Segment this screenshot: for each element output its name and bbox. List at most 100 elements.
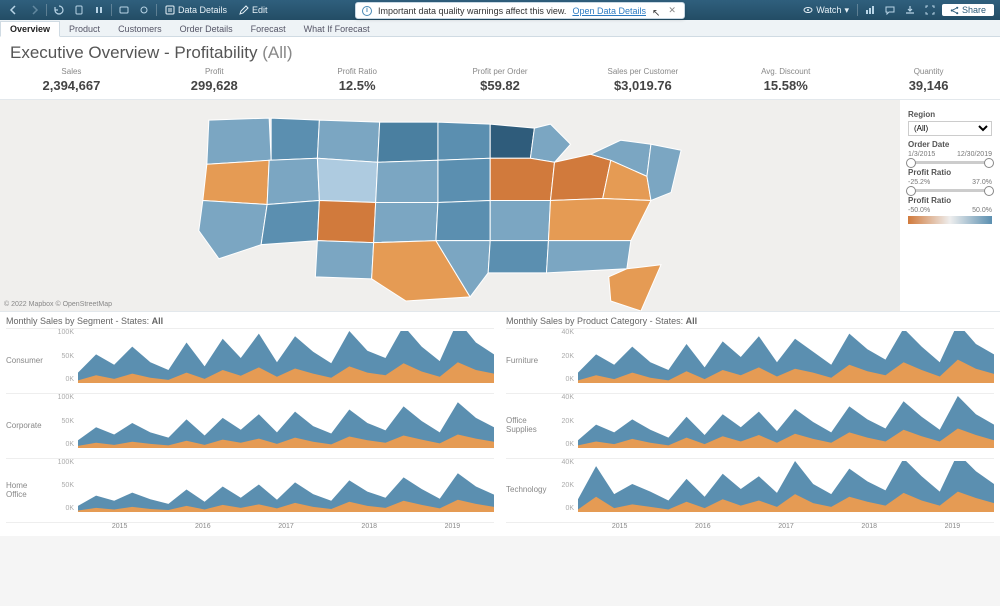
cursor-icon: ↖ (652, 8, 660, 19)
profitratio-from: -25.2% (908, 179, 930, 186)
kpi-label: Sales per Customer (571, 67, 714, 76)
share-icon (950, 6, 959, 15)
view-icon[interactable] (114, 2, 134, 18)
profitratio-slider[interactable] (908, 189, 992, 192)
sheet-tabs: Overview Product Customers Order Details… (0, 20, 1000, 37)
sm-chart[interactable]: 100K50K0K (54, 394, 494, 458)
y-ticks: 100K50K0K (54, 459, 76, 512)
profitratio-to: 37.0% (972, 179, 992, 186)
y-ticks: 100K50K0K (54, 329, 76, 383)
kpi-label: Profit per Order (429, 67, 572, 76)
sm-chart[interactable]: 100K50K0K (54, 459, 494, 522)
sm-row-label: Furniture (506, 329, 554, 393)
kpi-avg-discount: Avg. Discount 15.58% (714, 65, 857, 99)
data-details-button[interactable]: Data Details (159, 5, 233, 15)
sm-row: Consumer100K50K0K (6, 328, 494, 393)
sm-chart[interactable]: 40K20K0K (554, 329, 994, 393)
kpi-value: 39,146 (857, 78, 1000, 93)
sm-row: Home Office100K50K0K (6, 458, 494, 523)
orderdate-to: 12/30/2019 (957, 151, 992, 158)
legend-label: Profit Ratio (908, 196, 992, 205)
sm-chart[interactable]: 100K50K0K (54, 329, 494, 393)
kpi-profit-ratio: Profit Ratio 12.5% (286, 65, 429, 99)
page-title: Executive Overview - Profitability (All) (0, 37, 1000, 65)
xaxis-right: 20152016201720182019 (578, 523, 994, 534)
sm-row: Corporate100K50K0K (6, 393, 494, 458)
kpi-value: 12.5% (286, 78, 429, 93)
orderdate-from: 1/3/2015 (908, 151, 935, 158)
back-icon[interactable] (4, 2, 24, 18)
edit-label: Edit (252, 5, 268, 15)
kpi-label: Profit Ratio (286, 67, 429, 76)
sm-row-label: Technology (506, 459, 554, 522)
download-icon[interactable] (900, 2, 920, 18)
y-ticks: 40K20K0K (554, 394, 576, 448)
region-select[interactable]: (All) (908, 121, 992, 136)
kpi-profit: Profit299,628 (143, 65, 286, 99)
tab-what-if[interactable]: What If Forecast (295, 22, 379, 36)
profit-ratio-map[interactable]: © 2022 Mapbox © OpenStreetMap (0, 100, 900, 311)
sm-chart[interactable]: 40K20K0K (554, 459, 994, 522)
sm-row-label: Corporate (6, 394, 54, 458)
kpi-row: Sales 2,394,667 Profit299,628 Profit Rati… (0, 65, 1000, 100)
kpi-value: $59.82 (429, 78, 572, 93)
color-legend (908, 216, 992, 224)
device-icon[interactable] (134, 2, 154, 18)
kpi-label: Quantity (857, 67, 1000, 76)
forward-icon[interactable] (24, 2, 44, 18)
tab-order-details[interactable]: Order Details (171, 22, 242, 36)
kpi-value: 15.58% (714, 78, 857, 93)
eye-icon (803, 5, 813, 15)
tab-product[interactable]: Product (60, 22, 109, 36)
sm-row-label: Consumer (6, 329, 54, 393)
kpi-profit-per-order: Profit per Order $59.82 (429, 65, 572, 99)
sm-row: Office Supplies40K20K0K (506, 393, 994, 458)
refresh-icon[interactable] (69, 2, 89, 18)
kpi-value: $3,019.76 (571, 78, 714, 93)
sm-left-title: Monthly Sales by Segment - States: (6, 316, 149, 326)
data-details-icon (165, 5, 175, 15)
sm-chart[interactable]: 40K20K0K (554, 394, 994, 458)
sm-row: Furniture40K20K0K (506, 328, 994, 393)
orderdate-slider[interactable] (908, 161, 992, 164)
comment-icon[interactable] (880, 2, 900, 18)
tab-overview[interactable]: Overview (0, 21, 60, 37)
edit-button[interactable]: Edit (233, 5, 274, 15)
tab-forecast[interactable]: Forecast (242, 22, 295, 36)
kpi-sales: Sales 2,394,667 (0, 65, 143, 99)
share-label: Share (962, 5, 986, 15)
kpi-sales-per-customer: Sales per Customer $3,019.76 (571, 65, 714, 99)
share-button[interactable]: Share (942, 4, 994, 16)
kpi-value: 2,394,667 (0, 78, 143, 93)
sm-segment: Monthly Sales by Segment - States: All C… (0, 312, 500, 536)
title-suffix: (All) (262, 43, 292, 62)
sm-row-label: Office Supplies (506, 394, 554, 458)
y-ticks: 40K20K0K (554, 329, 576, 383)
title-main: Executive Overview - Profitability (10, 43, 258, 62)
filter-profitratio-label: Profit Ratio (908, 168, 992, 177)
revert-icon[interactable] (49, 2, 69, 18)
open-data-details-link[interactable]: Open Data Details (572, 6, 646, 16)
y-ticks: 100K50K0K (54, 394, 76, 448)
kpi-label: Sales (0, 67, 143, 76)
fullscreen-icon[interactable] (920, 2, 940, 18)
sm-right-states: All (686, 316, 698, 326)
xaxis-left: 20152016201720182019 (78, 523, 494, 534)
sm-right-title: Monthly Sales by Product Category - Stat… (506, 316, 683, 326)
map-attribution: © 2022 Mapbox © OpenStreetMap (4, 301, 112, 308)
y-ticks: 40K20K0K (554, 459, 576, 512)
filter-panel: Region (All) Order Date 1/3/201512/30/20… (900, 100, 1000, 311)
watch-button[interactable]: Watch ▾ (797, 5, 855, 16)
pause-icon[interactable] (89, 2, 109, 18)
data-details-label: Data Details (178, 5, 227, 15)
small-multiples: Monthly Sales by Segment - States: All C… (0, 312, 1000, 536)
close-icon[interactable]: ✕ (666, 5, 678, 16)
info-icon: i (362, 6, 372, 16)
data-quality-warning: i Important data quality warnings affect… (355, 2, 685, 19)
chevron-down-icon: ▾ (844, 5, 849, 16)
metrics-icon[interactable] (860, 2, 880, 18)
sm-row: Technology40K20K0K (506, 458, 994, 523)
tab-customers[interactable]: Customers (109, 22, 171, 36)
kpi-label: Avg. Discount (714, 67, 857, 76)
kpi-label: Profit (143, 67, 286, 76)
